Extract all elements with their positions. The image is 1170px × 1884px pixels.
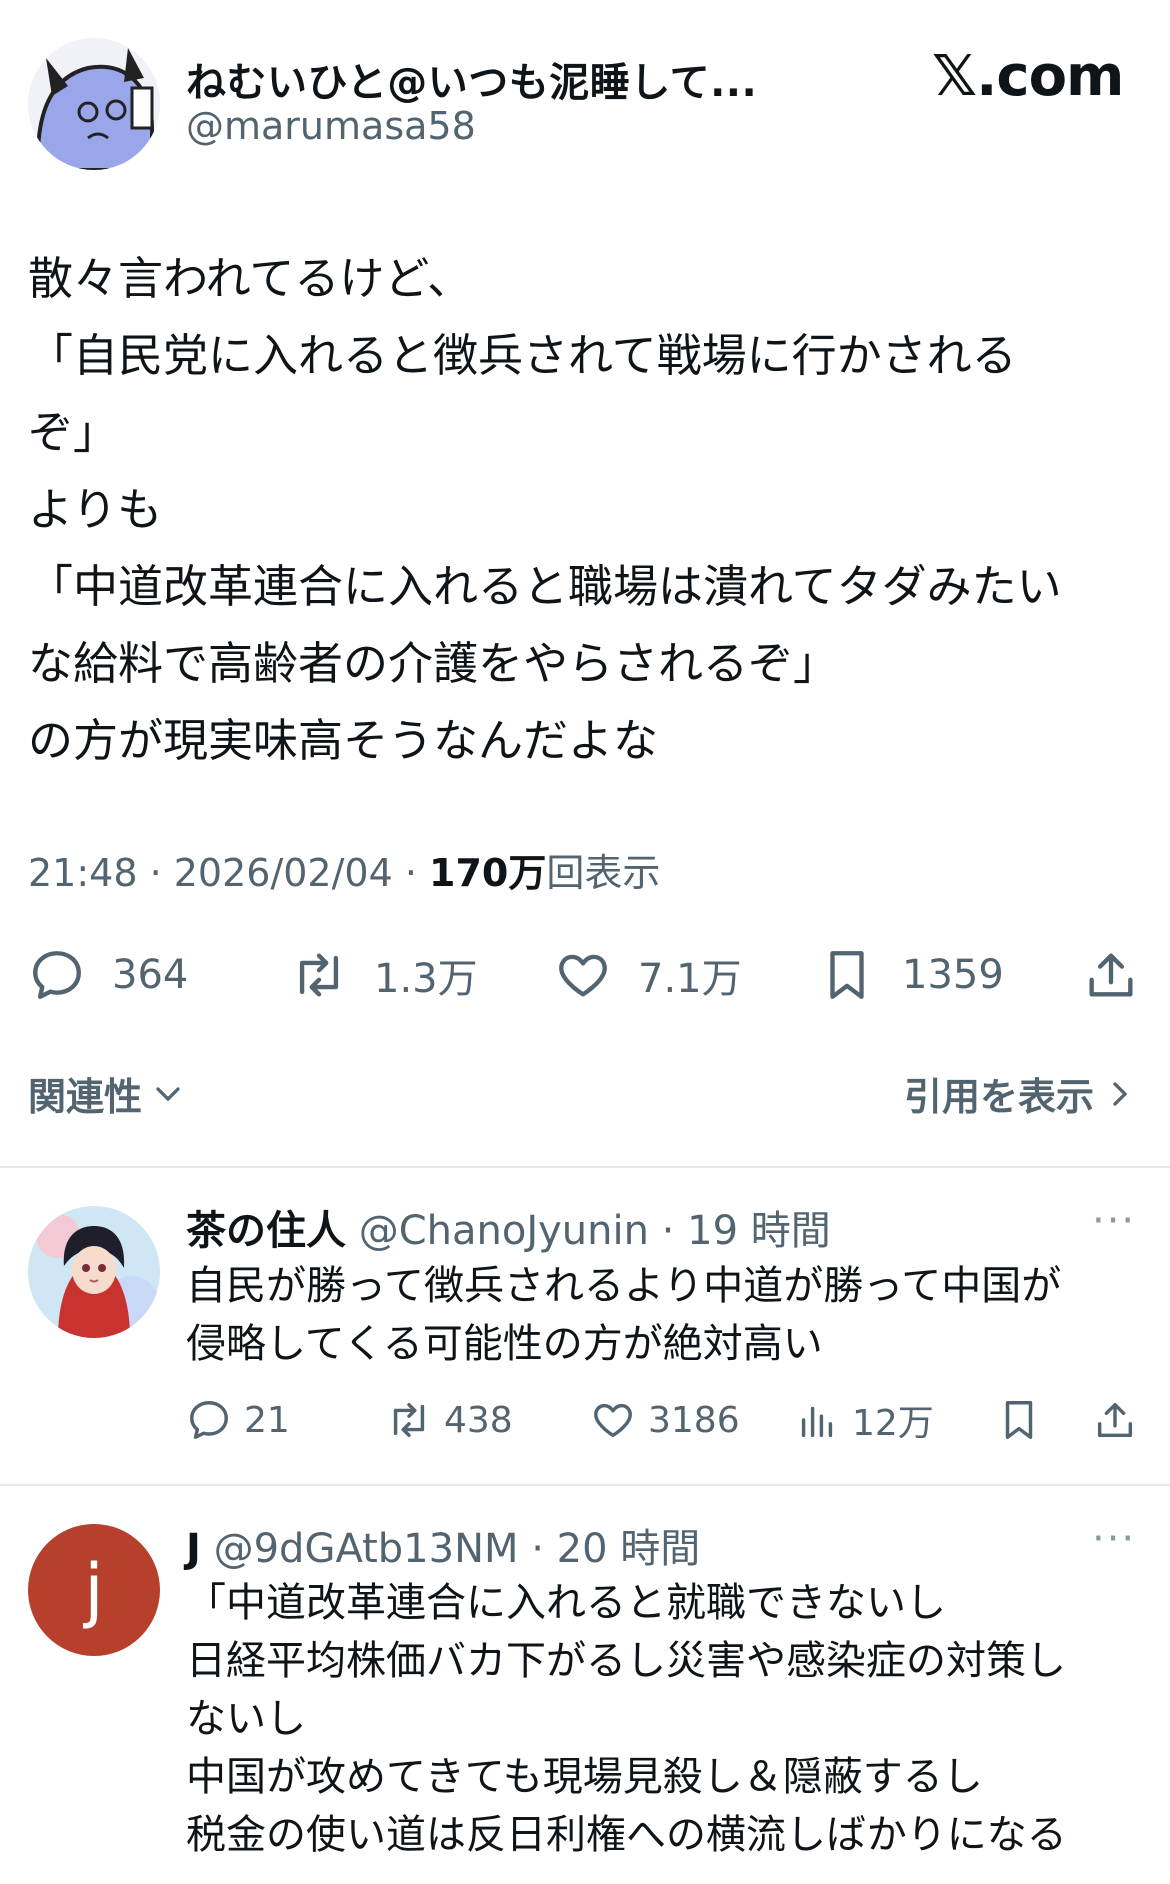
- heart-icon: [559, 954, 607, 997]
- views-button[interactable]: 12万: [794, 1390, 934, 1450]
- share-icon: [1089, 953, 1133, 997]
- bookmark-icon: [1005, 1401, 1033, 1439]
- reply-icon: [33, 951, 81, 999]
- author-handle[interactable]: @marumasa58: [186, 104, 476, 148]
- like-count: 7.1万: [638, 956, 742, 1002]
- repost-icon: [299, 953, 339, 997]
- like-count: 3186: [648, 1399, 740, 1441]
- reply-handle-time[interactable]: @ChanoJyunin · 19 時間: [346, 1208, 831, 1254]
- reply-display-name[interactable]: J: [186, 1526, 201, 1572]
- reply-icon: [190, 1401, 228, 1439]
- bookmark-button[interactable]: [996, 1390, 1042, 1450]
- reply-button[interactable]: 21: [186, 1390, 290, 1450]
- x-brand-logo: 𝕏.com: [932, 44, 1124, 109]
- bookmark-icon: [830, 951, 864, 999]
- repost-button[interactable]: 438: [386, 1390, 513, 1450]
- reply-action-bar: 21 438 3186 12万: [186, 1390, 1146, 1450]
- bookmark-count: 1359: [902, 952, 1004, 998]
- divider: [0, 1484, 1170, 1486]
- sort-selector[interactable]: 関連性: [28, 1066, 188, 1121]
- author-avatar[interactable]: [28, 38, 160, 170]
- repost-count: 438: [444, 1399, 513, 1441]
- analytics-icon: [801, 1406, 833, 1438]
- view-count: 170万: [429, 851, 547, 895]
- tweet-meta: 21:48 · 2026/02/04 · 170万回表示: [28, 842, 660, 897]
- heart-icon: [594, 1403, 632, 1438]
- more-options-button[interactable]: ···: [1092, 1516, 1136, 1562]
- reply-button[interactable]: 364: [28, 935, 188, 1015]
- repost-button[interactable]: 1.3万: [290, 935, 478, 1015]
- chevron-right-icon: [1113, 1081, 1128, 1106]
- like-button[interactable]: 3186: [590, 1390, 740, 1450]
- quotes-label: 引用を表示: [903, 1075, 1094, 1119]
- tweet-timestamp[interactable]: 21:48 · 2026/02/04 ·: [28, 851, 429, 895]
- view-quotes-link[interactable]: 引用を表示: [904, 1066, 1140, 1121]
- bookmark-button[interactable]: 1359: [818, 935, 1004, 1015]
- like-button[interactable]: 7.1万: [554, 935, 742, 1015]
- share-icon: [1097, 1402, 1133, 1438]
- tweet-text: 散々言われてるけど、 「自民党に入れると徴兵されて戦場に行かされる ぞ」 よりも…: [28, 252, 1062, 767]
- share-button[interactable]: [1082, 935, 1140, 1015]
- reply-display-name[interactable]: 茶の住人: [186, 1208, 346, 1254]
- reply-avatar[interactable]: [28, 1206, 160, 1338]
- reply-text: 自民が勝って徴兵されるより中道が勝って中国が 侵略してくる可能性の方が絶対高い: [186, 1263, 1062, 1367]
- more-options-button[interactable]: ···: [1092, 1198, 1136, 1244]
- chevron-down-icon: [156, 1086, 180, 1101]
- repost-icon: [393, 1402, 425, 1438]
- reply-header: J @9dGAtb13NM · 20 時間: [186, 1516, 700, 1574]
- tweet-action-bar: 364 1.3万 7.1万 1359: [28, 935, 1140, 1015]
- reply-count: 21: [244, 1399, 290, 1441]
- reply-count: 364: [112, 952, 189, 998]
- view-label: 回表示: [546, 851, 661, 895]
- reply-avatar[interactable]: j: [28, 1524, 160, 1656]
- reply-handle-time[interactable]: @9dGAtb13NM · 20 時間: [201, 1526, 701, 1572]
- repost-count: 1.3万: [374, 956, 478, 1002]
- share-button[interactable]: [1092, 1390, 1138, 1450]
- views-count: 12万: [852, 1403, 934, 1444]
- reply-header: 茶の住人 @ChanoJyunin · 19 時間: [186, 1198, 831, 1256]
- divider: [0, 1166, 1170, 1168]
- author-display-name[interactable]: ねむいひと@いつも泥睡して...: [186, 50, 757, 108]
- avatar-letter: j: [84, 1549, 104, 1631]
- sort-label: 関連性: [28, 1075, 143, 1119]
- reply-text: 「中道改革連合に入れると就職できないし 日経平均株価バカ下がるし災害や感染症の対…: [186, 1580, 1067, 1858]
